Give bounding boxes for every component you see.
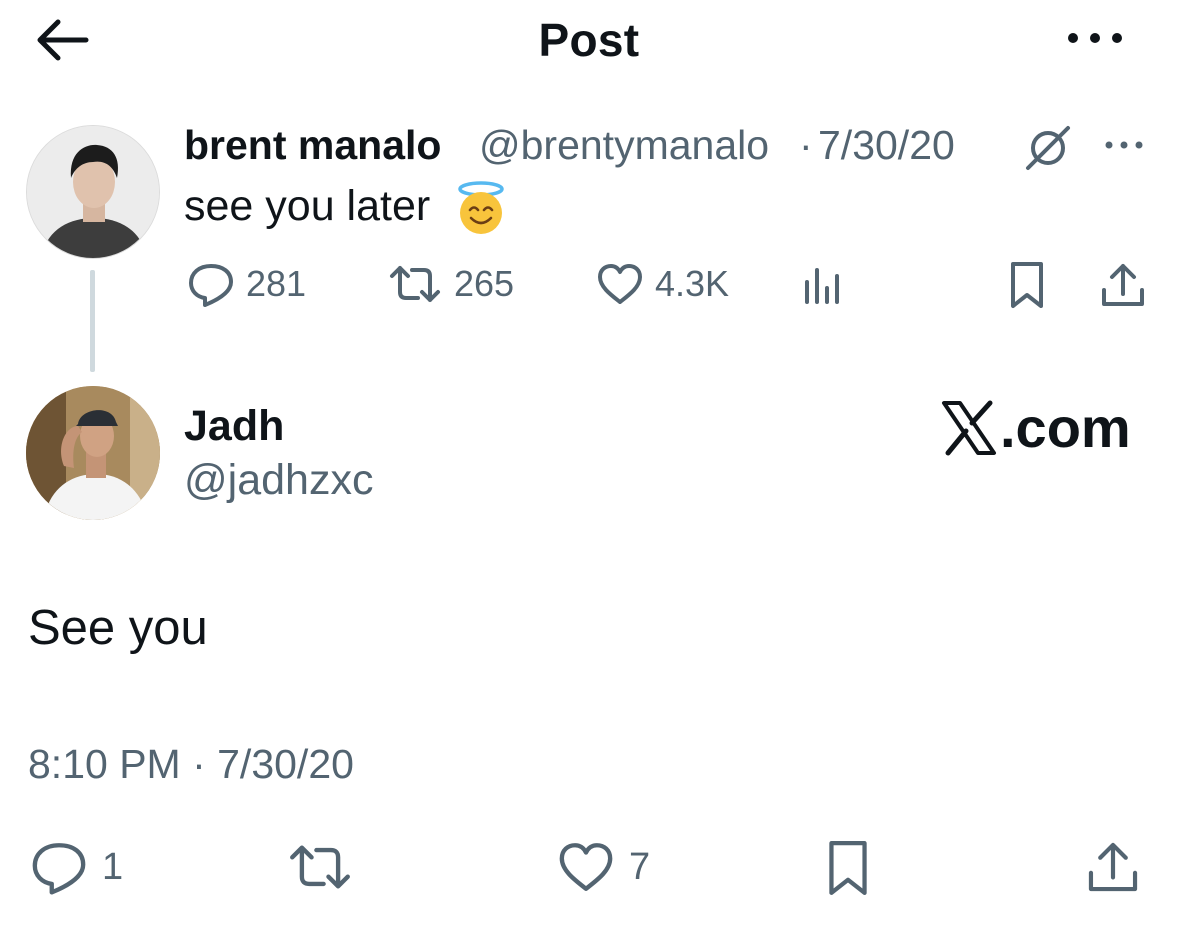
heart-icon xyxy=(598,264,642,304)
author-handle[interactable]: @brentymanalo xyxy=(479,120,769,170)
author-name[interactable]: brent manalo xyxy=(184,120,441,170)
share-button[interactable] xyxy=(1084,838,1142,896)
thread-connector-line xyxy=(90,270,95,372)
post-more-button[interactable] xyxy=(1100,128,1148,162)
bookmark-button[interactable] xyxy=(822,838,874,898)
reply-icon xyxy=(189,264,233,307)
repost-button[interactable]: 265 xyxy=(386,260,514,308)
page-title: Post xyxy=(538,14,640,66)
x-com-watermark: .com xyxy=(940,396,1131,460)
halo-smile-emoji xyxy=(453,180,509,236)
separator-dot: · xyxy=(799,122,813,168)
bookmark-icon xyxy=(829,841,867,895)
hidden-reply-icon xyxy=(1020,122,1076,172)
share-icon xyxy=(1088,842,1138,892)
post-text: see you later xyxy=(184,182,431,230)
reply-button[interactable]: 281 xyxy=(186,260,306,308)
like-button[interactable]: 4.3K xyxy=(595,260,729,308)
more-horizontal-icon xyxy=(1105,141,1143,149)
post-text: See you xyxy=(28,601,208,655)
avatar-brent[interactable] xyxy=(26,125,160,259)
more-horizontal-icon xyxy=(1068,33,1122,43)
avatar-jadh[interactable] xyxy=(26,386,160,520)
share-icon xyxy=(1102,264,1144,306)
analytics-icon xyxy=(805,268,839,304)
like-count: 4.3K xyxy=(655,263,730,304)
like-button[interactable]: 7 xyxy=(555,838,650,896)
views-button[interactable] xyxy=(800,260,846,308)
like-count: 7 xyxy=(629,846,651,888)
bookmark-button[interactable] xyxy=(1005,260,1049,310)
reply-count: 281 xyxy=(246,263,307,304)
reply-icon xyxy=(32,843,86,895)
post-date[interactable]: 7/30/20 xyxy=(818,120,955,170)
avatar-image xyxy=(26,386,160,520)
post-timestamp[interactable]: 8:10 PM · 7/30/20 xyxy=(28,738,354,790)
repost-button[interactable] xyxy=(285,838,355,896)
repost-count: 265 xyxy=(454,263,515,304)
reply-count: 1 xyxy=(102,846,124,888)
share-button[interactable] xyxy=(1098,260,1148,310)
more-options-button[interactable] xyxy=(1060,16,1130,60)
bookmark-icon xyxy=(1011,262,1043,308)
heart-icon xyxy=(559,843,613,891)
author-name[interactable]: Jadh xyxy=(184,398,284,454)
author-handle[interactable]: @jadhzxc xyxy=(184,452,373,508)
watermark-text: .com xyxy=(1000,396,1131,459)
x-logo-icon xyxy=(942,400,996,456)
avatar-image xyxy=(27,126,159,258)
repost-icon xyxy=(290,845,350,889)
repost-icon xyxy=(390,266,440,302)
reply-button[interactable]: 1 xyxy=(28,838,123,896)
